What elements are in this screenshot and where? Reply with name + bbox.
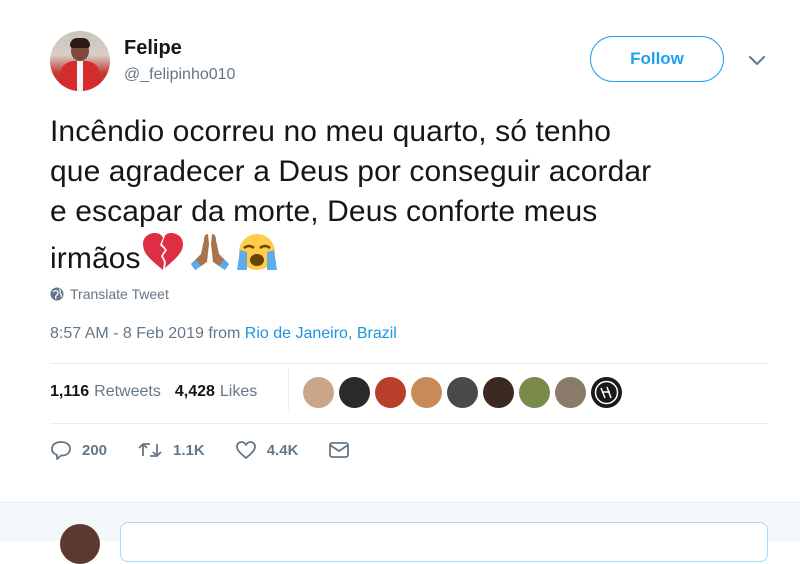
retweet-button[interactable]: 1.1K <box>137 440 205 460</box>
broken-heart-icon <box>142 233 183 270</box>
likers-avatars <box>303 377 627 408</box>
like-count: 4.4K <box>266 441 299 459</box>
reply-avatar <box>60 524 100 564</box>
likes-stat[interactable]: 4,428 Likes <box>175 383 257 401</box>
user-handle[interactable]: @_felipinho010 <box>124 66 235 84</box>
retweet-icon <box>138 443 162 457</box>
tweet-line: que agradecer a Deus por conseguir acord… <box>50 155 652 188</box>
like-button[interactable]: 4.4K <box>235 440 299 460</box>
retweets-label: Retweets <box>94 383 161 400</box>
liker-avatar[interactable] <box>555 377 586 408</box>
divider <box>50 363 768 364</box>
tweet-stats: 1,116 Retweets 4,428 Likes <box>50 383 257 401</box>
club-crest-icon <box>594 380 619 405</box>
liker-avatar[interactable] <box>447 377 478 408</box>
reply-button[interactable]: 200 <box>50 440 107 460</box>
tweet-text: Incêndio ocorreu no meu quarto, só tenho… <box>50 112 760 279</box>
liker-avatar[interactable] <box>519 377 550 408</box>
tweet-meta: 8:57 AM - 8 Feb 2019 from Rio de Janeiro… <box>50 325 397 343</box>
tweet-line: e escapar da morte, Deus conforte meus <box>50 195 598 228</box>
stats-separator <box>288 368 289 410</box>
folded-hands-icon <box>190 234 229 270</box>
chevron-down-icon[interactable] <box>746 49 768 71</box>
divider <box>50 423 768 424</box>
liker-avatar[interactable] <box>411 377 442 408</box>
reply-icon <box>51 441 71 460</box>
avatar-stripe <box>77 61 83 91</box>
location-link[interactable]: Rio de Janeiro, Brazil <box>245 325 397 342</box>
reply-input[interactable] <box>120 522 768 562</box>
tweet-line-last: irmãos <box>50 232 760 279</box>
translate-label[interactable]: Translate Tweet <box>70 286 169 302</box>
avatar-hair <box>70 38 90 48</box>
avatar[interactable] <box>50 31 110 91</box>
heart-icon <box>235 441 256 459</box>
tweet-timestamp[interactable]: 8:57 AM - 8 Feb 2019 from <box>50 325 245 342</box>
liker-avatar[interactable] <box>483 377 514 408</box>
message-button[interactable] <box>328 440 360 460</box>
tweet-line: Incêndio ocorreu no meu quarto, só tenho <box>50 115 612 148</box>
follow-button[interactable]: Follow <box>590 36 724 82</box>
reply-count: 200 <box>82 441 108 459</box>
envelope-icon <box>329 442 350 458</box>
likes-label: Likes <box>219 383 258 400</box>
translate-tweet-link[interactable]: Translate Tweet <box>50 286 169 302</box>
liker-avatar[interactable] <box>591 377 622 408</box>
liker-avatar[interactable] <box>339 377 370 408</box>
tweet-header: Felipe @_felipinho010 Follow <box>50 31 765 95</box>
crying-face-icon <box>236 234 277 270</box>
retweet-count: 1.1K <box>173 441 205 459</box>
retweets-stat[interactable]: 1,116 Retweets <box>50 383 161 401</box>
retweets-count: 1,116 <box>50 383 90 400</box>
tweet-actions: 200 1.1K 4.4K <box>50 440 390 460</box>
liker-avatar[interactable] <box>303 377 334 408</box>
liker-avatar[interactable] <box>375 377 406 408</box>
user-name[interactable]: Felipe <box>124 37 182 60</box>
likes-count: 4,428 <box>174 383 215 400</box>
tweet-line: irmãos <box>50 242 141 275</box>
globe-icon <box>50 287 64 301</box>
